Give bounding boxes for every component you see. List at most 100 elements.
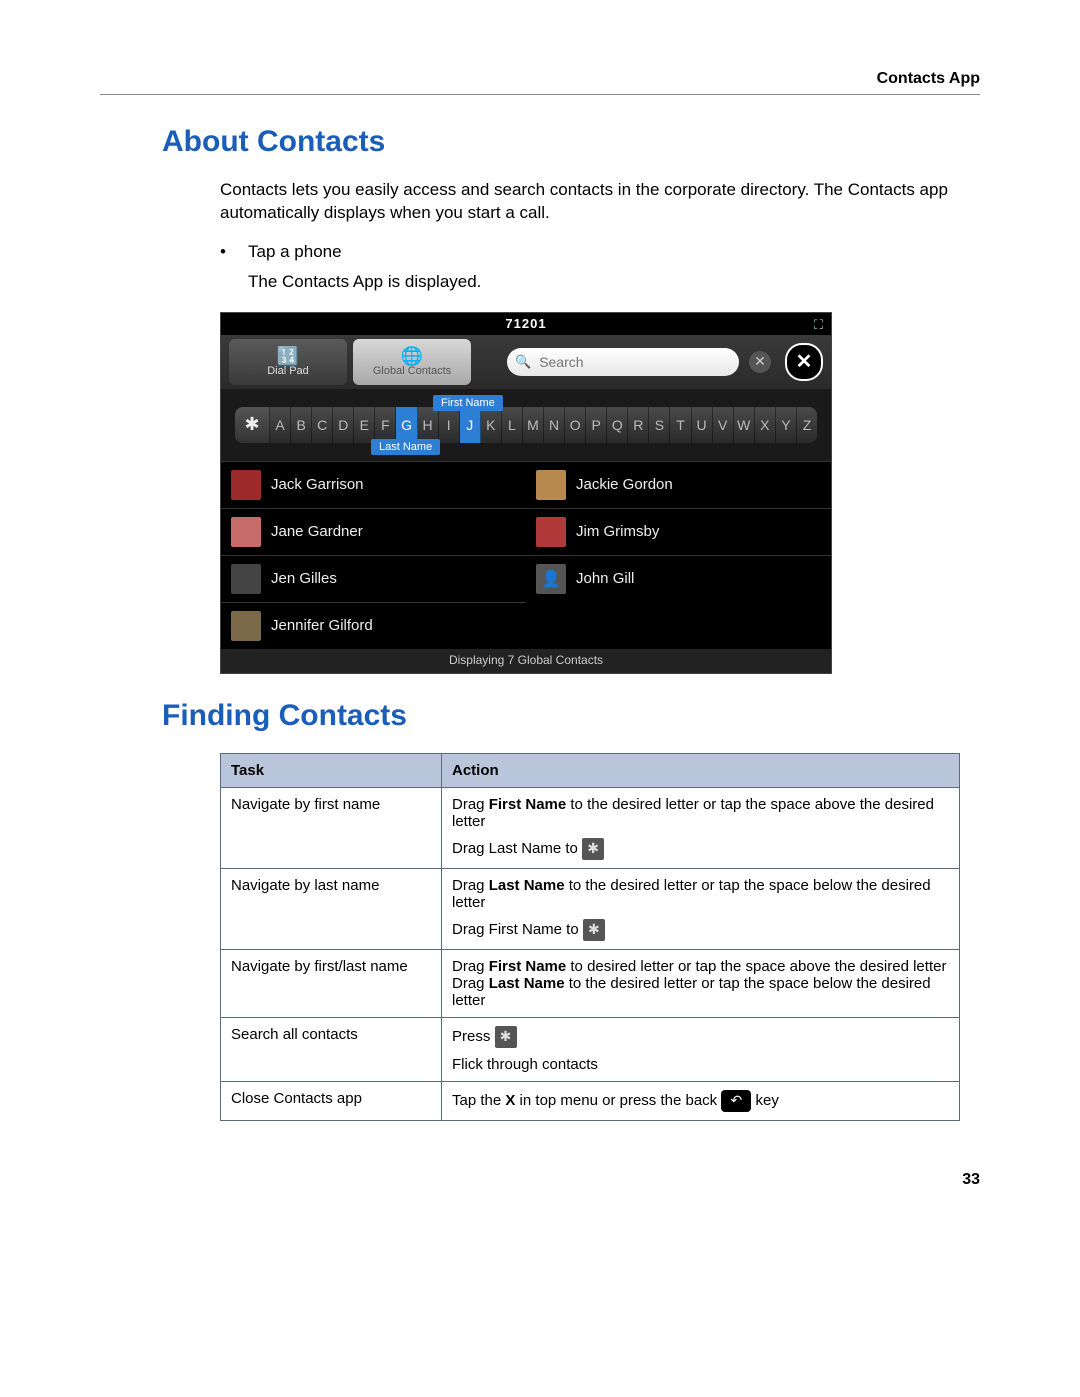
- tasks-table: Task Action Navigate by first name Drag …: [220, 753, 960, 1121]
- alpha-letter-u[interactable]: U: [692, 407, 713, 443]
- contact-item[interactable]: 👤 John Gill: [526, 555, 831, 602]
- dialpad-icon: 🔢: [277, 347, 299, 365]
- alpha-letter-i[interactable]: I: [439, 407, 460, 443]
- contact-item[interactable]: Jackie Gordon: [526, 461, 831, 508]
- task-header: Task: [221, 753, 442, 787]
- action-cell: Press ✱ Flick through contacts: [442, 1017, 960, 1081]
- contact-name: Jack Garrison: [271, 476, 364, 493]
- task-cell: Search all contacts: [221, 1017, 442, 1081]
- toolbar: 🔢 Dial Pad 🌐 Global Contacts 🔍 ✕ ✕: [221, 335, 831, 389]
- action-header: Action: [442, 753, 960, 787]
- contact-list: Jack Garrison Jackie Gordon Jane Gardner Ji…: [221, 461, 831, 649]
- close-app-button[interactable]: ✕: [785, 343, 823, 381]
- contact-name: Jen Gilles: [271, 570, 337, 587]
- search-input[interactable]: [537, 353, 731, 371]
- task-cell: Close Contacts app: [221, 1081, 442, 1120]
- expand-icon[interactable]: ⛶: [814, 317, 823, 333]
- dialpad-tab[interactable]: 🔢 Dial Pad: [229, 339, 347, 385]
- alpha-letter-b[interactable]: B: [291, 407, 312, 443]
- action-cell: Tap the X in top menu or press the back …: [442, 1081, 960, 1120]
- alpha-letter-v[interactable]: V: [713, 407, 734, 443]
- action-cell: Drag First Name to the desired letter or…: [442, 787, 960, 868]
- contact-name: Jim Grimsby: [576, 523, 659, 540]
- contact-item[interactable]: Jennifer Gilford: [221, 602, 526, 649]
- alpha-letter-x[interactable]: X: [755, 407, 776, 443]
- table-row: Search all contacts Press ✱ Flick throug…: [221, 1017, 960, 1081]
- alpha-letter-j[interactable]: J: [460, 407, 481, 443]
- bullet-dot: •: [220, 242, 248, 262]
- avatar: [231, 517, 261, 547]
- page-number: 33: [100, 1171, 980, 1189]
- back-icon: ↶: [721, 1090, 751, 1112]
- alpha-letter-t[interactable]: T: [670, 407, 691, 443]
- screenshot-footer: Displaying 7 Global Contacts: [221, 649, 831, 673]
- about-contacts-heading: About Contacts: [100, 125, 980, 159]
- table-row: Navigate by first name Drag First Name t…: [221, 787, 960, 868]
- task-cell: Navigate by last name: [221, 868, 442, 949]
- search-box[interactable]: 🔍: [507, 348, 739, 376]
- global-contacts-tab[interactable]: 🌐 Global Contacts: [353, 339, 471, 385]
- alpha-letter-a[interactable]: A: [270, 407, 291, 443]
- avatar: [536, 470, 566, 500]
- alpha-letter-g[interactable]: G: [396, 407, 417, 443]
- intro-paragraph: Contacts lets you easily access and sear…: [220, 179, 980, 225]
- dialpad-label: Dial Pad: [267, 365, 309, 377]
- alpha-star[interactable]: ✱: [235, 407, 270, 443]
- alpha-letter-y[interactable]: Y: [776, 407, 797, 443]
- contact-name: John Gill: [576, 570, 634, 587]
- alphabet-row[interactable]: ✱ABCDEFGHIJKLMNOPQRSTUVWXYZ: [235, 407, 817, 443]
- avatar: 👤: [536, 564, 566, 594]
- contact-item[interactable]: Jen Gilles: [221, 555, 526, 602]
- star-icon: ✱: [583, 919, 605, 941]
- action-cell: Drag First Name to desired letter or tap…: [442, 949, 960, 1017]
- star-icon: ✱: [582, 838, 604, 860]
- alpha-letter-e[interactable]: E: [354, 407, 375, 443]
- alpha-letter-p[interactable]: P: [586, 407, 607, 443]
- clear-search-button[interactable]: ✕: [749, 351, 771, 373]
- running-header: Contacts App: [100, 70, 980, 95]
- alpha-letter-w[interactable]: W: [734, 407, 755, 443]
- alpha-letter-s[interactable]: S: [649, 407, 670, 443]
- star-icon: ✱: [495, 1026, 517, 1048]
- alpha-letter-f[interactable]: F: [375, 407, 396, 443]
- extension-number: 71201: [505, 316, 546, 331]
- alpha-letter-k[interactable]: K: [481, 407, 502, 443]
- global-label: Global Contacts: [373, 365, 451, 377]
- alpha-letter-z[interactable]: Z: [797, 407, 817, 443]
- status-bar: 71201 ⛶: [221, 313, 831, 335]
- alpha-letter-q[interactable]: Q: [607, 407, 628, 443]
- avatar: [231, 470, 261, 500]
- contact-item[interactable]: Jack Garrison: [221, 461, 526, 508]
- contacts-app-screenshot: 71201 ⛶ 🔢 Dial Pad 🌐 Global Contacts 🔍 ✕…: [220, 312, 832, 674]
- contact-item[interactable]: Jane Gardner: [221, 508, 526, 555]
- alpha-letter-r[interactable]: R: [628, 407, 649, 443]
- bullet-subtext: The Contacts App is displayed.: [248, 272, 980, 292]
- table-row: Navigate by last name Drag Last Name to …: [221, 868, 960, 949]
- task-cell: Navigate by first name: [221, 787, 442, 868]
- bullet-item: • Tap a phone: [220, 242, 980, 262]
- alpha-letter-n[interactable]: N: [544, 407, 565, 443]
- alpha-letter-o[interactable]: O: [565, 407, 586, 443]
- contact-name: Jennifer Gilford: [271, 617, 373, 634]
- task-cell: Navigate by first/last name: [221, 949, 442, 1017]
- avatar: [231, 611, 261, 641]
- globe-icon: 🌐: [401, 347, 423, 365]
- table-row: Navigate by first/last name Drag First N…: [221, 949, 960, 1017]
- finding-contacts-heading: Finding Contacts: [100, 699, 980, 733]
- first-name-chip[interactable]: First Name: [433, 395, 503, 411]
- alpha-letter-m[interactable]: M: [523, 407, 544, 443]
- contact-item[interactable]: Jim Grimsby: [526, 508, 831, 555]
- alpha-letter-d[interactable]: D: [333, 407, 354, 443]
- contact-name: Jackie Gordon: [576, 476, 673, 493]
- table-header-row: Task Action: [221, 753, 960, 787]
- table-row: Close Contacts app Tap the X in top menu…: [221, 1081, 960, 1120]
- alpha-letter-h[interactable]: H: [418, 407, 439, 443]
- avatar: [536, 517, 566, 547]
- bullet-text: Tap a phone: [248, 242, 342, 262]
- last-name-chip[interactable]: Last Name: [371, 439, 440, 455]
- avatar: [231, 564, 261, 594]
- alpha-letter-l[interactable]: L: [502, 407, 523, 443]
- contact-name: Jane Gardner: [271, 523, 363, 540]
- action-cell: Drag Last Name to the desired letter or …: [442, 868, 960, 949]
- alpha-letter-c[interactable]: C: [312, 407, 333, 443]
